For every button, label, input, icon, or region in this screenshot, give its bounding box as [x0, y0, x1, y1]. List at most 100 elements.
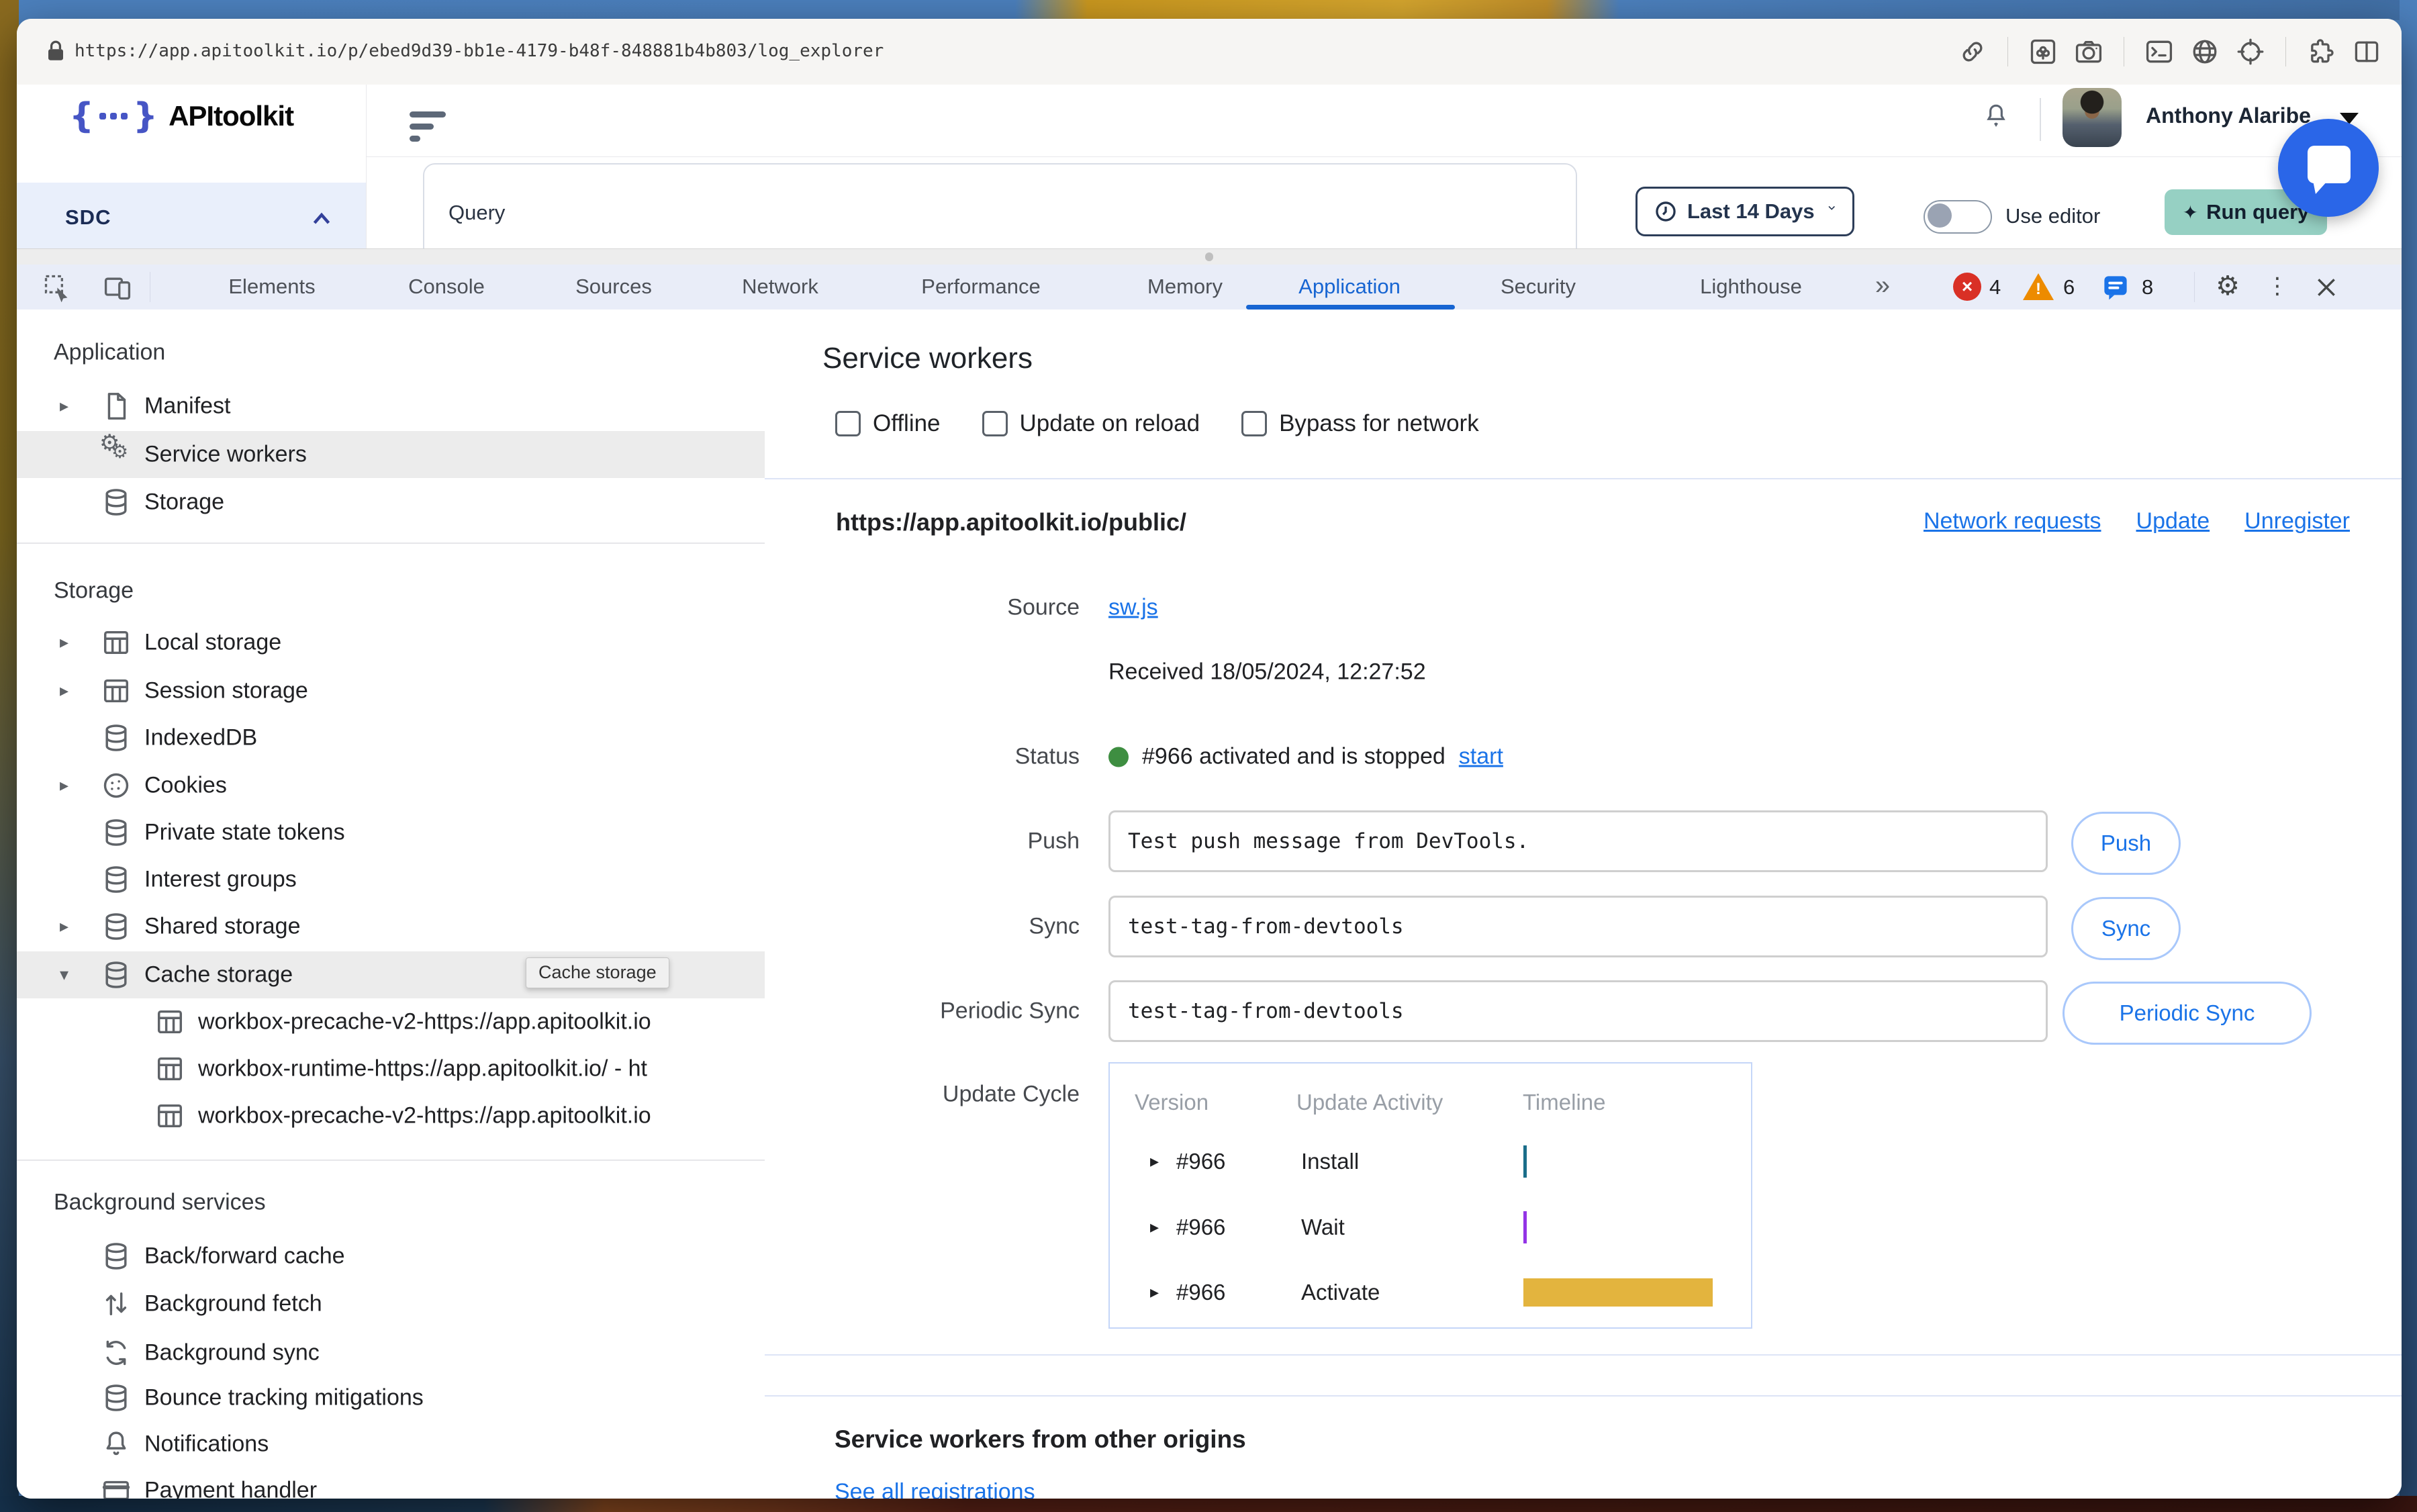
tab-elements[interactable]: Elements [228, 265, 315, 310]
more-tabs-icon[interactable]: » [1875, 265, 1890, 310]
sync-icon [101, 1337, 132, 1368]
sidebar-item-background-sync[interactable]: Background sync [17, 1329, 765, 1376]
devtools-resize-handle[interactable] [17, 248, 2402, 266]
checkbox-bypass-for-network[interactable]: Bypass for network [1241, 410, 1479, 437]
see-all-registrations-link[interactable]: See all registrations [835, 1479, 1035, 1499]
sidebar-item-session-storage[interactable]: ▸Session storage [17, 667, 765, 714]
update-cycle-activity: Wait [1301, 1215, 1345, 1240]
update-cycle-activity: Activate [1301, 1280, 1380, 1305]
user-name[interactable]: Anthony Alaribe [2146, 103, 2311, 128]
target-icon[interactable] [2236, 37, 2265, 66]
gallery-icon[interactable] [2028, 37, 2058, 66]
periodic-sync-button[interactable]: Periodic Sync [2063, 982, 2312, 1045]
expand-arrow-icon[interactable]: ▸ [60, 916, 68, 937]
sidebar-item-local-storage[interactable]: ▸Local storage [17, 619, 765, 666]
apitoolkit-logo[interactable]: { } APItoolkit [69, 94, 293, 138]
checkbox-offline[interactable]: Offline [835, 410, 941, 437]
warnings-icon[interactable]: ! [2023, 273, 2054, 300]
expand-arrow-icon[interactable]: ▸ [1150, 1217, 1159, 1237]
device-toolbar-icon[interactable] [103, 273, 132, 302]
user-avatar[interactable] [2063, 88, 2122, 147]
toolbar-separator [2285, 37, 2286, 66]
sidebar-item-workbox-precache-v2-https-app-apitoolkit-io[interactable]: workbox-precache-v2-https://app.apitoolk… [17, 1092, 765, 1139]
sidebar-item-cookies[interactable]: ▸Cookies [17, 762, 765, 809]
tab-console[interactable]: Console [408, 265, 485, 310]
status-dot [1108, 747, 1129, 767]
tab-memory[interactable]: Memory [1147, 265, 1223, 310]
link-icon[interactable] [1958, 37, 1987, 66]
sidebar-item-label: Service workers [144, 442, 307, 468]
expand-arrow-icon[interactable]: ▸ [60, 632, 68, 653]
expand-arrow-icon[interactable]: ▸ [1150, 1282, 1159, 1303]
globe-icon[interactable] [2190, 37, 2220, 66]
warning-count[interactable]: 6 [2063, 275, 2075, 299]
logo-dots [99, 113, 128, 120]
use-editor-toggle[interactable] [1924, 200, 1992, 234]
unregister-link[interactable]: Unregister [2244, 508, 2350, 534]
checkbox-box[interactable] [835, 411, 861, 436]
notification-bell-icon[interactable] [1983, 102, 2009, 129]
sidebar-item-workbox-runtime-https-app-apitoolkit-io-ht[interactable]: workbox-runtime-https://app.apitoolkit.i… [17, 1045, 765, 1092]
periodic-sync-input[interactable]: test-tag-from-devtools [1108, 980, 2048, 1042]
sidebar-item-notifications[interactable]: Notifications [17, 1421, 765, 1468]
sidebar-item-indexeddb[interactable]: IndexedDB [17, 714, 765, 761]
tab-sources[interactable]: Sources [575, 265, 652, 310]
tab-performance[interactable]: Performance [921, 265, 1040, 310]
collapse-arrow-icon[interactable]: ▾ [60, 965, 68, 985]
expand-arrow-icon[interactable]: ▸ [1150, 1151, 1159, 1172]
update-link[interactable]: Update [2136, 508, 2210, 534]
source-file-link[interactable]: sw.js [1108, 595, 1158, 620]
extension-icon[interactable] [2306, 37, 2336, 66]
time-range-dropdown[interactable]: Last 14 Days [1636, 187, 1854, 236]
expand-arrow-icon[interactable]: ▸ [60, 775, 68, 796]
issue-count[interactable]: 8 [2142, 275, 2153, 299]
error-count[interactable]: 4 [1989, 275, 2001, 299]
inspect-element-icon[interactable] [42, 273, 72, 302]
split-view-icon[interactable] [2352, 37, 2381, 66]
sidebar-item-bounce-tracking-mitigations[interactable]: Bounce tracking mitigations [17, 1374, 765, 1421]
tab-security[interactable]: Security [1501, 265, 1576, 310]
push-input[interactable]: Test push message from DevTools. [1108, 810, 2048, 872]
sidebar-item-back-forward-cache[interactable]: Back/forward cache [17, 1233, 765, 1280]
checkbox-update-on-reload[interactable]: Update on reload [982, 410, 1200, 437]
kebab-menu-icon[interactable]: ⋮ [2266, 265, 2289, 310]
tab-lighthouse[interactable]: Lighthouse [1700, 265, 1802, 310]
sidebar-item-interest-groups[interactable]: Interest groups [17, 856, 765, 903]
camera-icon[interactable] [2074, 37, 2103, 66]
sidebar-item-background-fetch[interactable]: Background fetch [17, 1280, 765, 1327]
use-editor-label: Use editor [2005, 204, 2100, 228]
push-button[interactable]: Push [2071, 812, 2181, 875]
sidebar-item-payment-handler[interactable]: Payment handler [17, 1467, 765, 1499]
sidebar-item-manifest[interactable]: ▸Manifest [17, 383, 765, 430]
sidebar-item-shared-storage[interactable]: ▸Shared storage [17, 903, 765, 950]
sidebar-item-storage[interactable]: Storage [17, 479, 765, 526]
issues-icon[interactable] [2101, 273, 2130, 301]
expand-arrow-icon[interactable]: ▸ [60, 681, 68, 701]
sidebar-item-private-state-tokens[interactable]: Private state tokens [17, 809, 765, 856]
close-devtools-icon[interactable] [2313, 274, 2340, 301]
sidebar-item-workbox-precache-v2-https-app-apitoolkit-io[interactable]: workbox-precache-v2-https://app.apitoolk… [17, 998, 765, 1045]
time-range-value: Last 14 Days [1687, 199, 1815, 224]
apitoolkit-app: { } APItoolkit SDC Query [17, 85, 2402, 248]
network-requests-link[interactable]: Network requests [1924, 508, 2101, 534]
query-card[interactable]: Query [423, 163, 1577, 248]
expand-arrow-icon[interactable]: ▸ [60, 396, 68, 416]
timeline-bar-activate [1523, 1278, 1713, 1307]
checkbox-box[interactable] [982, 411, 1008, 436]
terminal-icon[interactable] [2144, 37, 2174, 66]
query-label: Query [448, 201, 505, 225]
sync-button[interactable]: Sync [2071, 897, 2181, 960]
sync-input[interactable]: test-tag-from-devtools [1108, 896, 2048, 957]
start-link[interactable]: start [1459, 744, 1503, 770]
menu-icon[interactable] [410, 111, 446, 148]
tab-network[interactable]: Network [742, 265, 818, 310]
settings-gear-icon[interactable]: ⚙ [2216, 265, 2240, 310]
address-bar[interactable]: https://app.apitoolkit.io/p/ebed9d39-bb1… [75, 41, 884, 61]
tab-application[interactable]: Application [1298, 265, 1401, 310]
errors-icon[interactable]: × [1953, 273, 1981, 301]
chat-widget-button[interactable] [2278, 119, 2379, 217]
service-worker-options: Offline Update on reload Bypass for networ… [835, 402, 1479, 445]
checkbox-box[interactable] [1241, 411, 1267, 436]
workspace-selector[interactable]: SDC [17, 183, 366, 248]
sidebar-item-service-workers[interactable]: ⚙⚙Service workers [17, 431, 765, 478]
